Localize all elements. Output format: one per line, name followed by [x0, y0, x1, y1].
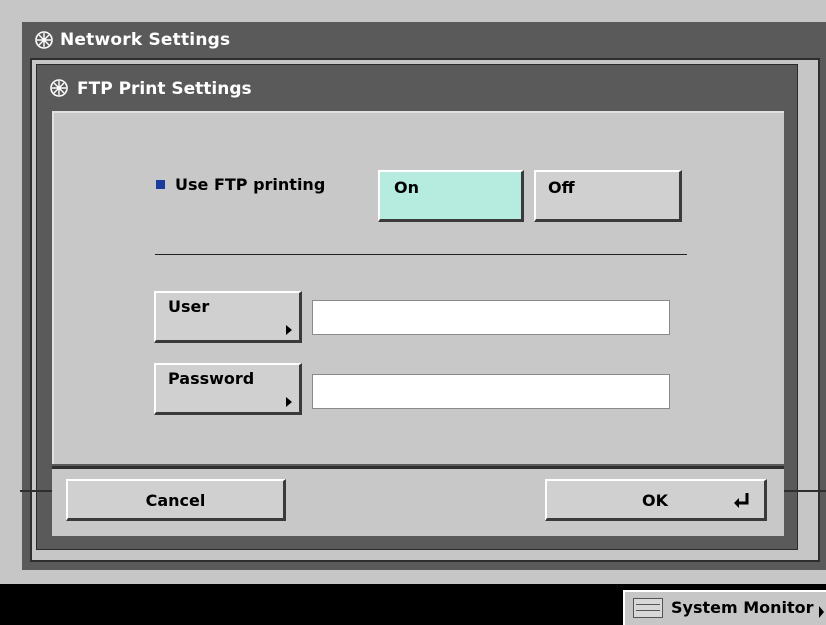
monitor-lines-icon	[633, 598, 663, 618]
triangle-right-icon	[286, 397, 292, 407]
system-monitor-button[interactable]: System Monitor	[623, 590, 826, 625]
outer-window-titlebar: Network Settings	[22, 22, 826, 58]
ftp-off-button[interactable]: Off	[534, 170, 682, 222]
ftp-on-label: On	[394, 178, 419, 197]
user-input[interactable]	[312, 300, 670, 335]
settings-gear-icon	[49, 78, 69, 102]
footer-divider-left	[20, 490, 52, 492]
user-button-label: User	[168, 297, 210, 316]
cancel-button[interactable]: Cancel	[66, 479, 286, 521]
divider	[155, 254, 687, 255]
triangle-right-icon	[819, 606, 824, 618]
password-input[interactable]	[312, 374, 670, 409]
ok-button[interactable]: OK	[545, 479, 767, 521]
settings-gear-icon	[34, 30, 54, 54]
dialog-titlebar: FTP Print Settings	[37, 75, 797, 105]
return-arrow-icon	[733, 492, 751, 512]
password-button[interactable]: Password	[154, 363, 302, 415]
ftp-on-button[interactable]: On	[378, 170, 524, 222]
bullet-icon	[156, 180, 165, 189]
use-ftp-printing-label: Use FTP printing	[175, 175, 326, 194]
dialog-title: FTP Print Settings	[77, 79, 252, 99]
password-button-label: Password	[168, 369, 255, 388]
user-button[interactable]: User	[154, 291, 302, 343]
ok-button-label: OK	[642, 491, 668, 510]
window-title: Network Settings	[60, 30, 231, 50]
cancel-button-label: Cancel	[145, 491, 206, 510]
footer-divider-right	[784, 490, 826, 492]
ftp-off-label: Off	[548, 178, 575, 197]
system-monitor-label: System Monitor	[671, 598, 814, 617]
triangle-right-icon	[286, 325, 292, 335]
